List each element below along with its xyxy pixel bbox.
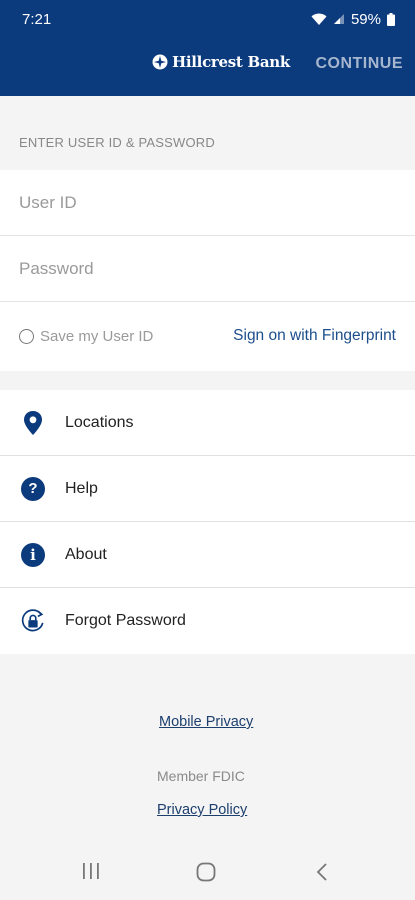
app-header: Hillcrest Bank CONTINUE — [0, 38, 415, 96]
lock-reset-icon — [20, 608, 46, 634]
bank-logo-icon — [152, 54, 168, 70]
status-icons: 59% — [311, 11, 395, 28]
help-icon: ? — [20, 476, 46, 502]
system-nav-bar — [0, 845, 415, 900]
menu-label-help: Help — [65, 479, 98, 497]
mobile-privacy-link[interactable]: Mobile Privacy — [159, 714, 253, 730]
save-user-id-label: Save my User ID — [40, 328, 154, 345]
user-id-field — [0, 170, 415, 236]
menu-list: Locations ? Help i About Forgot Password — [0, 390, 415, 654]
password-input[interactable] — [0, 236, 415, 301]
user-id-input[interactable] — [0, 170, 415, 235]
login-section-label: ENTER USER ID & PASSWORD — [19, 135, 215, 150]
fingerprint-signon-link[interactable]: Sign on with Fingerprint — [233, 327, 396, 345]
menu-item-help[interactable]: ? Help — [0, 456, 415, 522]
brand-name: Hillcrest Bank — [172, 53, 290, 71]
menu-label-locations: Locations — [65, 413, 134, 431]
battery-icon — [387, 12, 395, 26]
continue-button[interactable]: CONTINUE — [315, 55, 403, 73]
menu-item-about[interactable]: i About — [0, 522, 415, 588]
menu-item-locations[interactable]: Locations — [0, 390, 415, 456]
password-field — [0, 236, 415, 302]
login-form: Save my User ID Sign on with Fingerprint — [0, 170, 415, 371]
save-user-id-option[interactable]: Save my User ID — [19, 328, 153, 345]
info-icon: i — [20, 542, 46, 568]
menu-item-forgot-password[interactable]: Forgot Password — [0, 588, 415, 654]
status-bar: 7:21 59% — [0, 0, 415, 38]
back-icon[interactable] — [315, 862, 329, 882]
status-time: 7:21 — [22, 10, 52, 28]
battery-percent: 59% — [350, 10, 381, 28]
menu-label-about: About — [65, 545, 107, 563]
brand-logo: Hillcrest Bank — [152, 53, 290, 71]
member-fdic-text: Member FDIC — [157, 768, 245, 784]
save-user-id-radio[interactable] — [19, 329, 34, 344]
privacy-policy-link[interactable]: Privacy Policy — [157, 802, 247, 818]
wifi-icon — [311, 13, 327, 25]
signal-icon — [333, 14, 344, 24]
recent-apps-icon[interactable] — [81, 862, 101, 880]
location-pin-icon — [20, 410, 46, 436]
home-icon[interactable] — [196, 862, 216, 882]
menu-label-forgot-password: Forgot Password — [65, 612, 186, 629]
